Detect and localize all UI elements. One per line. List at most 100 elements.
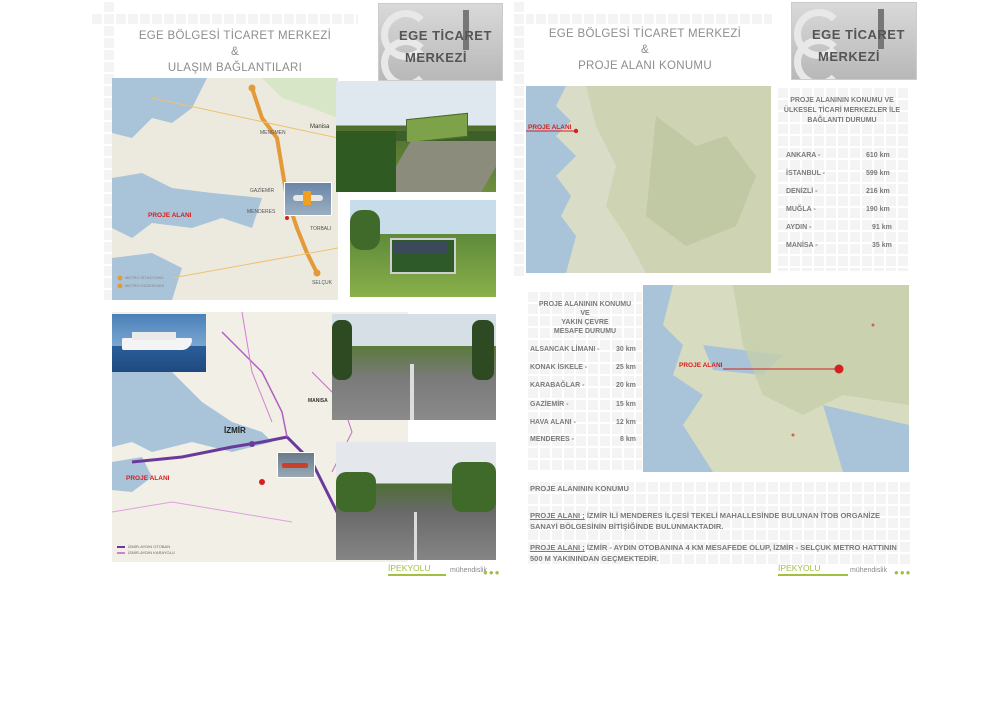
para2-text: İZMİR - AYDIN OTOBANINA 4 KM MESAFEDE OL…: [530, 543, 897, 563]
regional-distance-row: AYDIN - 91 km: [786, 224, 896, 231]
left-logo: EGE TİCARET MERKEZİ: [378, 3, 503, 81]
right-footer-dots: ●●●: [894, 568, 912, 577]
right-grid-top: [510, 12, 772, 26]
map2-proje-label: PROJE ALANI: [126, 475, 170, 482]
map3-proje-label: PROJE ALANI: [528, 124, 572, 131]
local-heading-line4: MESAFE DURUMU: [553, 328, 617, 335]
right-footer: İPEKYOLU: [778, 563, 848, 576]
highway-photo-2: [336, 442, 496, 560]
left-panel: EGE BÖLGESİ TİCARET MERKEZİ & ULAŞIM BAĞ…: [90, 0, 503, 580]
distance-km: 15 km: [616, 401, 636, 408]
distance-km: 216 km: [866, 188, 890, 195]
local-distance-row: HAVA ALANI - 12 km: [530, 419, 640, 426]
right-logo: EGE TİCARET MERKEZİ: [791, 2, 917, 80]
regional-distance-row: MANİSA - 35 km: [786, 242, 896, 249]
distance-place: HAVA ALANI -: [530, 419, 576, 426]
left-title-line2: &: [231, 46, 239, 58]
logo-text-line1: EGE TİCARET: [812, 27, 905, 42]
airplane-photo-2: [277, 452, 315, 478]
logo-text-line2: MERKEZİ: [818, 49, 880, 64]
local-map-svg: [643, 285, 909, 472]
map1-label-menemen: MENEMEN: [260, 130, 286, 136]
bottom-paragraph-2: PROJE ALANI ; İZMİR - AYDIN OTOBANINA 4 …: [530, 542, 908, 564]
distance-city: ANKARA -: [786, 152, 821, 159]
right-title-line2: &: [641, 44, 649, 56]
map1-label-menderes: MENDERES: [247, 209, 276, 215]
distance-km: 12 km: [616, 419, 636, 426]
regional-heading: PROJE ALANININ KONUMU VE ÜLKESEL TİCARİ …: [783, 97, 901, 124]
para1-label: PROJE ALANI ;: [530, 511, 585, 520]
right-footer-text: mühendislik: [850, 567, 887, 574]
logo-text-line1: EGE TİCARET: [399, 28, 492, 43]
regional-map-svg: [526, 86, 771, 273]
right-footer-brand: İPEKYOLU: [778, 563, 821, 573]
left-footer: İPEKYOLU: [388, 563, 446, 576]
local-distance-row: MENDERES - 8 km: [530, 436, 640, 443]
local-heading-line1: PROJE ALANININ KONUMU: [538, 301, 632, 308]
map2-legend-otoban: İZMİR-AYDIN OTOBAN: [128, 544, 171, 549]
local-heading-line2: VE: [580, 310, 590, 317]
left-grid-top: [90, 12, 358, 26]
map1-proje-label: PROJE ALANI: [148, 212, 192, 219]
map2-city-label: İZMİR: [224, 426, 246, 435]
right-title-line3: PROJE ALANI KONUMU: [578, 60, 712, 72]
distance-city: AYDIN -: [786, 224, 812, 231]
regional-map: PROJE ALANI: [526, 86, 771, 273]
distance-place: KARABAĞLAR -: [530, 382, 585, 389]
distance-place: ALSANCAK LİMANI -: [530, 346, 600, 353]
distance-city: İSTANBUL -: [786, 170, 826, 177]
distance-km: 91 km: [872, 224, 892, 231]
right-title: EGE BÖLGESİ TİCARET MERKEZİ & PROJE ALAN…: [530, 26, 760, 74]
distance-km: 25 km: [616, 364, 636, 371]
right-grid-side: [512, 0, 526, 276]
distance-km: 35 km: [872, 242, 892, 249]
distance-city: DENİZLİ -: [786, 188, 818, 195]
local-distance-row: GAZİEMİR - 15 km: [530, 401, 640, 408]
map1-label-manisa: Manisa: [310, 124, 330, 130]
map2-legend-karayolu: İZMİR-AYDIN KARAYOLU: [128, 550, 175, 555]
regional-distance-row: ANKARA - 610 km: [786, 152, 896, 159]
local-distance-row: KARABAĞLAR - 20 km: [530, 382, 640, 389]
para2-label: PROJE ALANI ;: [530, 543, 585, 552]
distance-place: GAZİEMİR -: [530, 401, 569, 408]
left-footer-text: mühendislik: [450, 567, 487, 574]
left-footer-brand: İPEKYOLU: [388, 563, 431, 573]
map1-label-gaziemir: GAZİEMİR: [250, 188, 275, 194]
distance-km: 599 km: [866, 170, 890, 177]
left-title: EGE BÖLGESİ TİCARET MERKEZİ & ULAŞIM BAĞ…: [120, 28, 350, 76]
tram-photo-2: [350, 200, 496, 297]
distance-place: KONAK İSKELE -: [530, 364, 588, 371]
local-map: PROJE ALANI: [643, 285, 909, 472]
metro-route-map: MENEMEN Manisa GAZİEMİR MENDERES TORBALI…: [112, 78, 338, 300]
map1-legend-metro-route: METRO GÜZERGAHI: [125, 283, 165, 288]
highway-photo-1: [332, 314, 496, 420]
local-heading-line3: YAKIN ÇEVRE: [561, 319, 609, 326]
map4-proje-label: PROJE ALANI: [679, 362, 723, 369]
distance-city: MUĞLA -: [786, 206, 816, 213]
map1-label-torbali: TORBALI: [310, 226, 332, 232]
regional-distance-row: MUĞLA - 190 km: [786, 206, 896, 213]
left-footer-underline: [388, 574, 446, 576]
distance-km: 8 km: [620, 436, 636, 443]
distance-km: 30 km: [616, 346, 636, 353]
distance-km: 610 km: [866, 152, 890, 159]
bottom-paragraph-1: PROJE ALANI ; İZMİR İLİ MENDERES İLÇESİ …: [530, 510, 908, 532]
left-title-line3: ULAŞIM BAĞLANTILARI: [167, 62, 303, 74]
distance-city: MANİSA -: [786, 242, 818, 249]
right-title-line1: EGE BÖLGESİ TİCARET MERKEZİ: [548, 28, 742, 40]
distance-place: MENDERES -: [530, 436, 574, 443]
logo-text-line2: MERKEZİ: [405, 50, 467, 65]
right-panel: EGE BÖLGESİ TİCARET MERKEZİ & PROJE ALAN…: [510, 0, 920, 580]
distance-km: 190 km: [866, 206, 890, 213]
map1-legend-metro-station: METRO İSTASYONU: [125, 275, 164, 280]
tram-photo-1: [336, 81, 496, 192]
map2-manisa-label: MANISA: [308, 398, 328, 404]
map1-label-selcuk: SELÇUK: [312, 280, 333, 286]
regional-distance-row: DENİZLİ - 216 km: [786, 188, 896, 195]
airplane-photo: [284, 182, 332, 216]
cruise-ship-photo: [112, 314, 206, 372]
distance-km: 20 km: [616, 382, 636, 389]
left-footer-dots: ●●●: [483, 568, 501, 577]
left-title-line1: EGE BÖLGESİ TİCARET MERKEZİ: [138, 30, 332, 42]
local-heading: PROJE ALANININ KONUMU VE YAKIN ÇEVRE MES…: [528, 300, 642, 336]
